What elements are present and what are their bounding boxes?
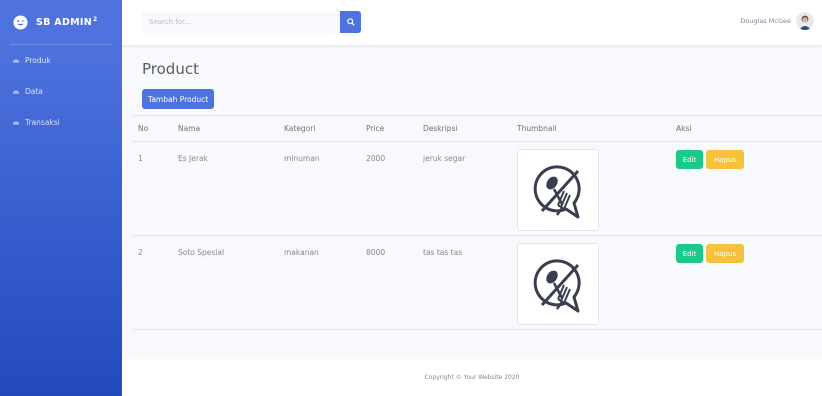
- cell-deskripsi: tas tas tas: [417, 235, 511, 330]
- brand-name: SB ADMIN2: [36, 15, 98, 29]
- cell-aksi: Edit Hapus: [670, 235, 822, 330]
- sidebar-item-label: Transaksi: [25, 118, 60, 127]
- product-table: No Nama Kategori Price Deskripsi Thumbna…: [132, 115, 822, 330]
- cell-kategori: makanan: [278, 235, 360, 330]
- gauge-icon: [12, 58, 20, 63]
- search-group: [142, 11, 361, 33]
- sidebar: SB ADMIN2 Produk Data Transaksi: [0, 0, 122, 396]
- sidebar-item-label: Produk: [25, 56, 51, 65]
- column-header: Price: [360, 115, 417, 142]
- no-food-icon: [533, 165, 581, 219]
- sidebar-brand[interactable]: SB ADMIN2: [0, 0, 122, 44]
- cell-thumbnail: [511, 235, 670, 330]
- search-button[interactable]: [340, 11, 361, 33]
- search-input[interactable]: [142, 11, 340, 33]
- add-product-button[interactable]: Tambah Product: [142, 89, 215, 109]
- column-header: Aksi: [670, 115, 822, 142]
- edit-button[interactable]: Edit: [676, 244, 703, 263]
- topbar: Douglas McGee: [122, 0, 822, 45]
- column-header: No: [132, 115, 172, 142]
- delete-button[interactable]: Hapus: [706, 244, 744, 263]
- delete-button[interactable]: Hapus: [706, 150, 744, 169]
- cell-deskripsi: jeruk segar: [417, 141, 511, 236]
- cell-nama: Soto Spesial: [172, 235, 278, 330]
- no-food-icon: [533, 259, 581, 313]
- cell-kategori: minuman: [278, 141, 360, 236]
- cell-nama: Es Jerak: [172, 141, 278, 236]
- user-name: Douglas McGee: [740, 17, 791, 25]
- cell-price: 8000: [360, 235, 417, 330]
- sidebar-item-transaksi[interactable]: Transaksi: [0, 107, 122, 138]
- table-row: 1 Es Jerak minuman 2000 jeruk segar Edit…: [132, 141, 822, 236]
- column-header: Kategori: [278, 115, 360, 142]
- column-header: Deskripsi: [417, 115, 511, 142]
- table-header-row: No Nama Kategori Price Deskripsi Thumbna…: [132, 115, 822, 142]
- footer: Copyright © Your Website 2020: [122, 359, 822, 396]
- gauge-icon: [12, 120, 20, 125]
- cell-aksi: Edit Hapus: [670, 141, 822, 236]
- page-title: Product: [142, 60, 199, 78]
- avatar: [796, 12, 814, 30]
- gauge-icon: [12, 89, 20, 94]
- cell-no: 2: [132, 235, 172, 330]
- edit-button[interactable]: Edit: [676, 150, 703, 169]
- thumbnail-image: [517, 243, 599, 325]
- column-header: Thumbnail: [511, 115, 670, 142]
- column-header: Nama: [172, 115, 278, 142]
- copyright-text: Copyright © Your Website 2020: [424, 374, 520, 381]
- search-icon: [346, 18, 355, 26]
- table-row: 2 Soto Spesial makanan 8000 tas tas tas: [132, 235, 822, 330]
- cell-no: 1: [132, 141, 172, 236]
- user-dropdown[interactable]: Douglas McGee: [740, 12, 814, 30]
- sidebar-item-label: Data: [25, 87, 43, 96]
- cell-thumbnail: [511, 141, 670, 236]
- sidebar-item-produk[interactable]: Produk: [0, 45, 122, 76]
- sidebar-item-data[interactable]: Data: [0, 76, 122, 107]
- laugh-wink-icon: [12, 14, 28, 30]
- thumbnail-image: [517, 149, 599, 231]
- cell-price: 2000: [360, 141, 417, 236]
